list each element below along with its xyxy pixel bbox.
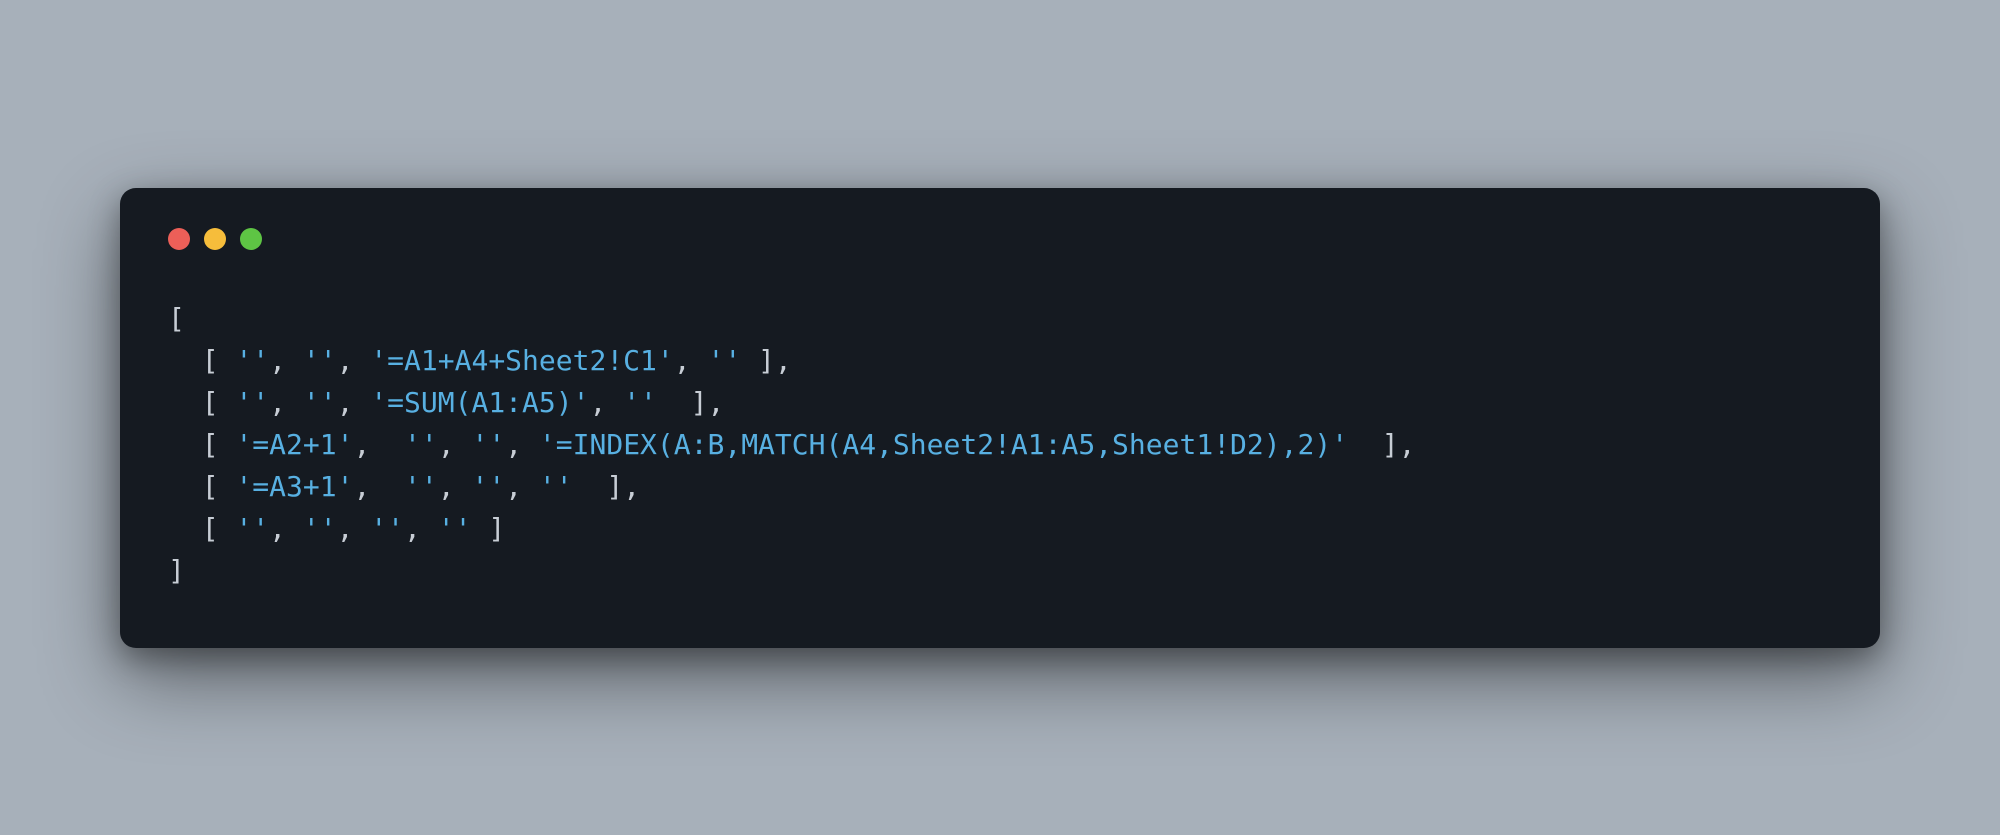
maximize-icon[interactable] (240, 228, 262, 250)
close-icon[interactable] (168, 228, 190, 250)
code-window: [ [ '', '', '=A1+A4+Sheet2!C1', '' ], [ … (120, 188, 1880, 648)
code-block: [ [ '', '', '=A1+A4+Sheet2!C1', '' ], [ … (168, 298, 1832, 592)
minimize-icon[interactable] (204, 228, 226, 250)
window-controls (168, 228, 1832, 250)
